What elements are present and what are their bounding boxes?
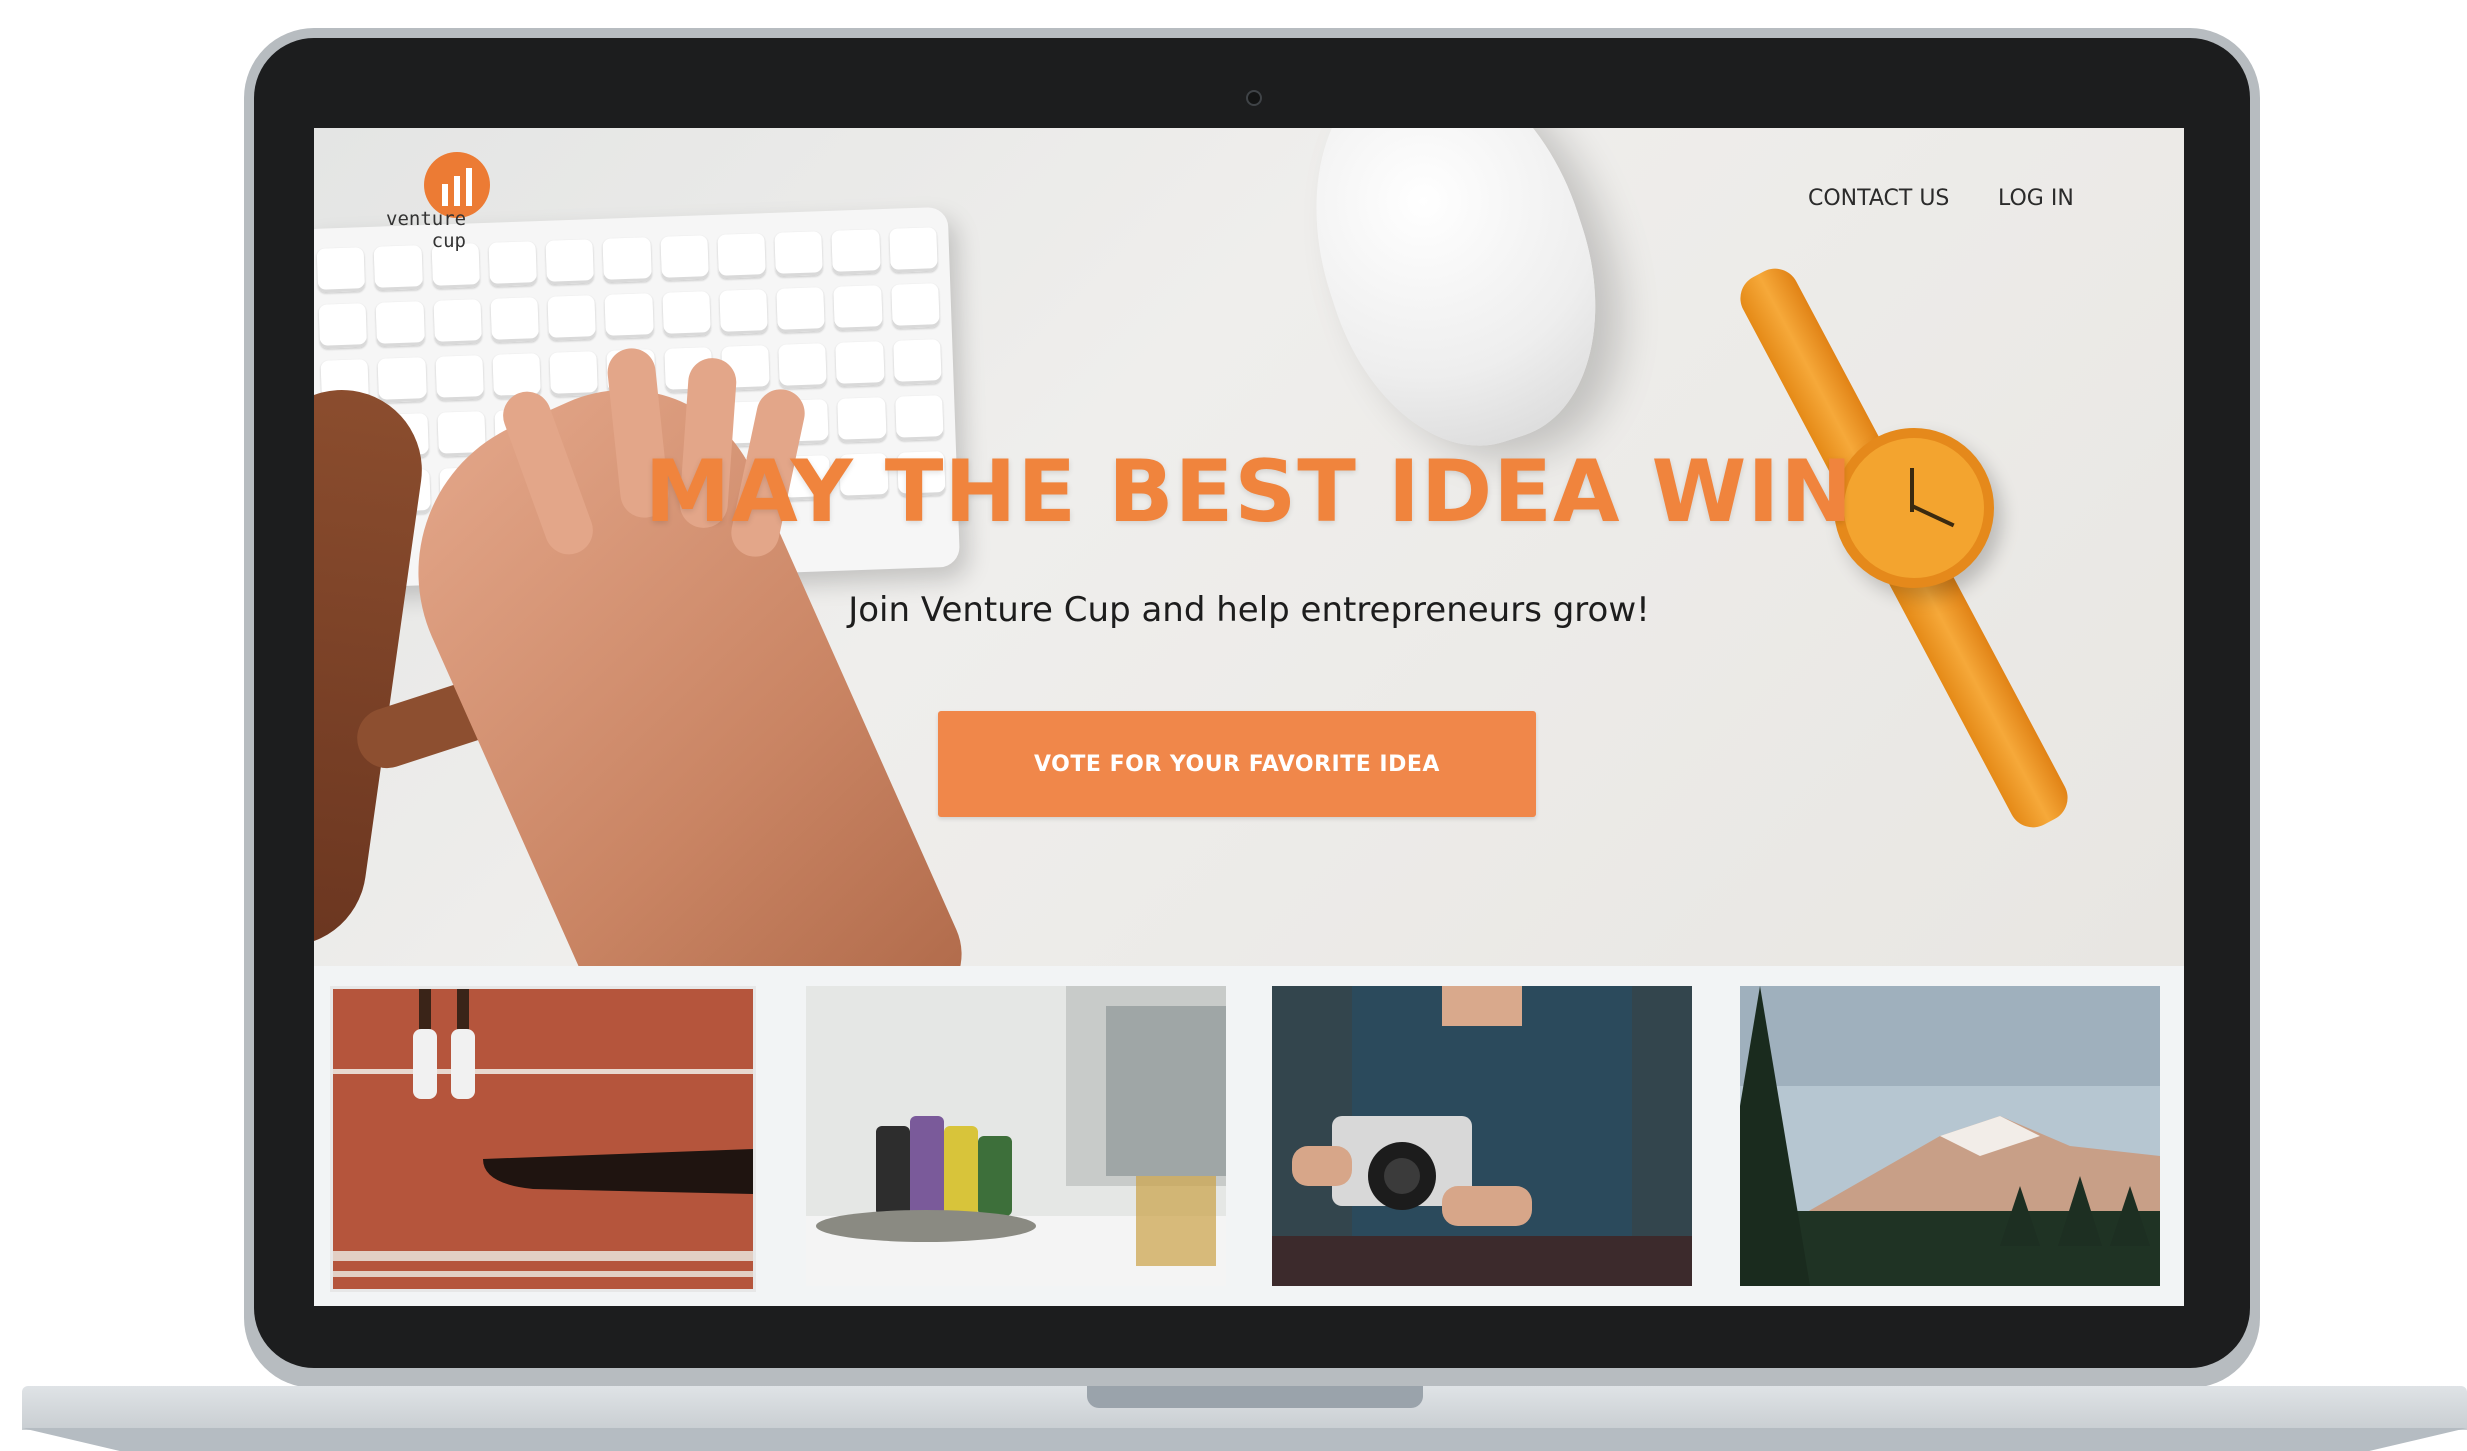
thumbnail-running-track[interactable] xyxy=(330,986,756,1292)
film-rolls-image xyxy=(806,986,1226,1286)
hero-headline: MAY THE BEST IDEA WIN xyxy=(644,442,1854,542)
nav-log-in[interactable]: LOG IN xyxy=(1998,186,2074,211)
venture-cup-logo[interactable]: venture cup xyxy=(386,152,496,272)
thumbnail-film-rolls[interactable] xyxy=(806,986,1226,1286)
webcam-icon xyxy=(1246,90,1262,106)
running-track-image xyxy=(333,989,753,1289)
thumbnail-mountain[interactable] xyxy=(1740,986,2160,1286)
camera-person-image xyxy=(1272,986,1692,1286)
mouse-image xyxy=(1270,128,1638,479)
thumbnail-camera-person[interactable] xyxy=(1272,986,1692,1286)
vote-button[interactable]: VOTE FOR YOUR FAVORITE IDEA xyxy=(938,711,1536,817)
idea-thumbnails xyxy=(314,966,2184,1306)
logo-wordmark: venture cup xyxy=(386,208,467,252)
hero-section: venture cup CONTACT US LOG IN MAY THE BE… xyxy=(314,128,2184,966)
nav-contact-us[interactable]: CONTACT US xyxy=(1808,186,1949,211)
laptop-notch xyxy=(1087,1386,1423,1408)
hero-subheadline: Join Venture Cup and help entrepreneurs … xyxy=(848,590,1650,630)
mountain-image xyxy=(1740,986,2160,1286)
laptop-base-edge xyxy=(22,1428,2467,1451)
browser-viewport: venture cup CONTACT US LOG IN MAY THE BE… xyxy=(314,128,2184,1306)
